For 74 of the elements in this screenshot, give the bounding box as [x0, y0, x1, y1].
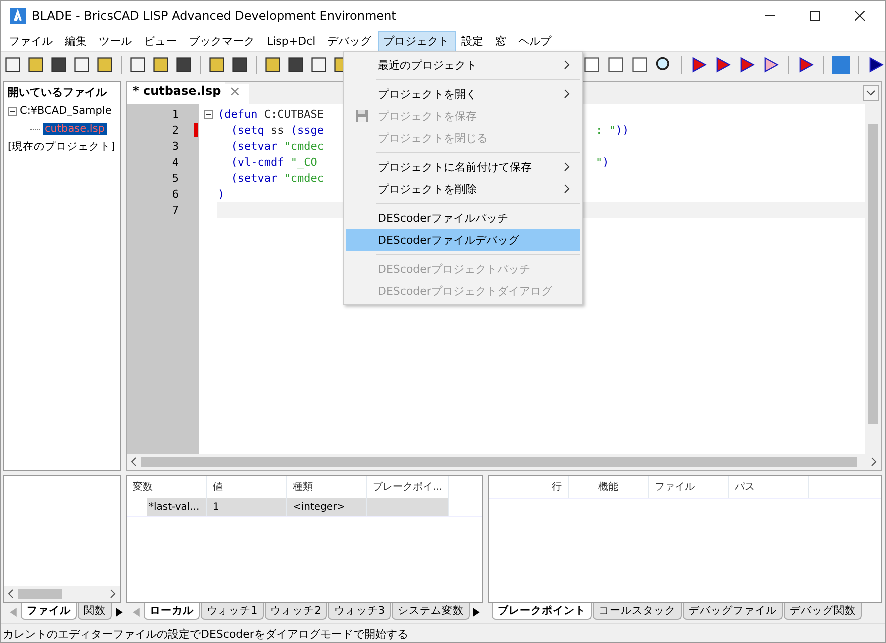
menu-item[interactable]: DEScoderファイルパッチ: [346, 207, 580, 229]
line-number: 6: [171, 188, 179, 200]
window-title: BLADE - BricsCAD LISP Advanced Development Environment: [32, 9, 396, 23]
close-tab-button[interactable]: ×: [225, 84, 249, 104]
code-text: (defun C:CUTBASE: [218, 108, 324, 120]
dropdown-icon[interactable]: [863, 85, 879, 101]
menu-item[interactable]: デバッグ: [322, 30, 378, 52]
panel-tab[interactable]: ウォッチ1: [201, 603, 264, 620]
play-icon[interactable]: [867, 56, 885, 74]
chevron-right-icon: [564, 89, 570, 99]
panel-tab[interactable]: ファイル: [21, 603, 77, 620]
line-number: 5: [171, 172, 179, 184]
maximize-icon[interactable]: [810, 11, 820, 21]
code-text: "): [596, 156, 610, 168]
table-cell: *last-val...: [147, 498, 207, 516]
menu-item[interactable]: ブックマーク: [183, 30, 261, 52]
horizontal-scrollbar[interactable]: [3, 586, 121, 603]
menu-item[interactable]: ヘルプ: [512, 30, 558, 52]
table-row[interactable]: *last-val... 1 <integer>: [147, 498, 449, 516]
column-header[interactable]: 機能: [569, 476, 649, 498]
table-cell: 1: [207, 498, 287, 516]
tree-item[interactable]: C:¥BCAD_Sample: [20, 105, 112, 117]
panel-title: 開いているファイル: [8, 85, 108, 100]
tree-item[interactable]: [現在のプロジェクト]: [8, 140, 116, 154]
panel-tab[interactable]: ブレークポイント: [492, 603, 592, 620]
menu-item[interactable]: プロジェクトを開く: [346, 83, 580, 105]
panel-tab[interactable]: システム変数: [392, 603, 470, 620]
collapse-icon[interactable]: [8, 106, 17, 116]
vertical-scrollbar[interactable]: [865, 104, 881, 454]
line-number: 4: [171, 156, 179, 168]
chevron-right-icon: [564, 162, 570, 172]
menu-item[interactable]: 窓: [490, 30, 513, 52]
chevron-right-icon: [564, 184, 570, 194]
panel-tab[interactable]: ウォッチ2: [264, 603, 328, 620]
code-text: (setq ss (ssge: [230, 124, 324, 136]
code-text: (setvar "cmdec: [230, 172, 324, 184]
menu-item[interactable]: 設定: [456, 30, 490, 52]
menu-item[interactable]: DEScoderファイルデバッグ: [346, 229, 580, 251]
chevron-right-icon: [564, 60, 570, 70]
horizontal-scrollbar[interactable]: [127, 454, 881, 470]
scroll-right-icon[interactable]: [473, 608, 480, 617]
code-text: ): [218, 188, 225, 200]
menu-item[interactable]: Lisp+Dcl: [261, 32, 322, 50]
code-text: (vl-cmdf "_CO: [230, 156, 318, 168]
line-number: 1: [171, 108, 179, 120]
fold-icon[interactable]: [204, 110, 212, 118]
close-icon[interactable]: [855, 11, 865, 21]
table-cell: <integer>: [287, 498, 367, 516]
code-text: (setvar "cmdec: [230, 140, 324, 152]
menu-item[interactable]: プロジェクトを削除: [346, 178, 580, 200]
status-text: カレントのエディターファイルの設定でDEScoderをダイアログモードで開始する: [3, 627, 408, 642]
column-header[interactable]: パス: [729, 476, 809, 498]
menu-item[interactable]: プロジェクト: [378, 30, 456, 52]
line-number: 3: [171, 140, 179, 152]
panel-tab[interactable]: ローカル: [144, 603, 200, 620]
line-number: 7: [171, 204, 179, 216]
panel-tab[interactable]: ウォッチ3: [328, 603, 392, 620]
line-number: 2: [171, 124, 179, 136]
scroll-right-icon[interactable]: [871, 457, 877, 467]
menu-item[interactable]: プロジェクトに名前付けて保存: [346, 156, 580, 178]
panel-tab[interactable]: デバッグファイル: [683, 603, 783, 620]
scroll-left-icon[interactable]: [131, 457, 137, 467]
column-header[interactable]: 行: [489, 476, 569, 498]
menu-item[interactable]: 編集: [59, 30, 93, 52]
panel-tab[interactable]: デバッグ関数: [784, 603, 862, 620]
menu-item[interactable]: ツール: [93, 30, 138, 52]
panel-tab[interactable]: コールスタック: [593, 603, 682, 620]
code-text: : ")): [596, 124, 630, 136]
panel-tab[interactable]: 関数: [78, 603, 112, 620]
menu-item[interactable]: ビュー: [138, 30, 183, 52]
menu-item[interactable]: 最近のプロジェクト: [346, 54, 580, 76]
editor-tab[interactable]: * cutbase.lsp: [127, 82, 226, 104]
column-header[interactable]: ファイル: [649, 476, 729, 498]
menu-item[interactable]: ファイル: [3, 30, 59, 52]
